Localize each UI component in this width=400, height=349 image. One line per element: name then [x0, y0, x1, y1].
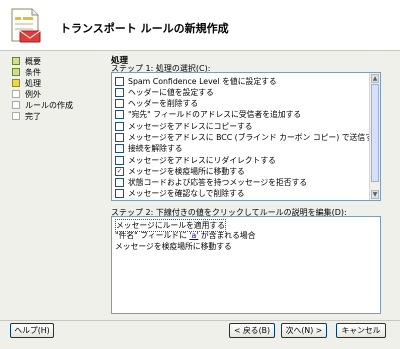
step-create-rule: ルールの作成: [12, 100, 73, 110]
action-item[interactable]: "宛先" フィールドのアドレスに受信者を追加する: [115, 110, 367, 120]
scroll-up-icon[interactable]: ▲: [371, 74, 379, 83]
action-item[interactable]: Spam Confidence Level を値に設定する: [115, 76, 367, 86]
checkbox[interactable]: [115, 121, 124, 131]
vertical-scrollbar[interactable]: ▲ ▼: [369, 73, 380, 200]
checkbox[interactable]: [115, 87, 124, 97]
step-conditions: 条件: [12, 67, 73, 77]
header-divider: [0, 50, 400, 51]
step-pending-icon: [12, 101, 20, 109]
back-button[interactable]: < 戻る(B): [229, 323, 275, 338]
description-text: "件名" フィールドに: [115, 231, 190, 240]
step-exceptions: 例外: [12, 89, 73, 99]
action-item[interactable]: ✓ メッセージを検疫場所に移動する: [115, 166, 367, 176]
action-label: ヘッダーに値を設定する: [128, 87, 214, 97]
action-item[interactable]: 接続を解除する: [115, 144, 367, 154]
step-pending-icon: [12, 90, 20, 98]
action-label: Spam Confidence Level を値に設定する: [128, 76, 277, 86]
scroll-thumb[interactable]: [371, 84, 379, 182]
action-label: メッセージを確認なしで削除する: [128, 189, 245, 199]
checkbox[interactable]: [115, 144, 124, 154]
description-line: "件名" フィールドに 'a' が含まれる場合: [115, 230, 256, 241]
step-label: ルールの作成: [25, 100, 73, 110]
step-label: 例外: [25, 89, 41, 99]
help-button[interactable]: ヘルプ(H): [10, 323, 54, 338]
action-item[interactable]: メッセージをアドレスにコピーする: [115, 121, 367, 131]
step-label: 処理: [25, 78, 41, 88]
action-label: ヘッダーを削除する: [128, 99, 199, 109]
checkbox[interactable]: [115, 132, 124, 142]
action-item[interactable]: メッセージをアドレスに BCC (ブラインド カーボン コピー) で送信する: [115, 132, 380, 142]
next-button[interactable]: 次へ(N) >: [281, 323, 327, 338]
checkbox[interactable]: [115, 110, 124, 120]
action-label: メッセージをアドレスにリダイレクトする: [128, 155, 276, 165]
action-item[interactable]: ヘッダーを削除する: [115, 99, 367, 109]
checkbox[interactable]: [115, 178, 124, 188]
footer-divider: [0, 320, 400, 321]
page-title: トランスポート ルールの新規作成: [60, 22, 229, 35]
checkbox[interactable]: [115, 76, 124, 86]
action-item[interactable]: 状態コードおよび応答を持つメッセージを拒否する: [115, 178, 367, 188]
scroll-down-icon[interactable]: ▼: [371, 190, 379, 199]
action-label: メッセージを検疫場所に移動する: [128, 166, 245, 176]
action-label: メッセージをアドレスにコピーする: [128, 121, 253, 131]
checkbox[interactable]: [115, 189, 124, 199]
description-line: メッセージを検疫場所に移動する: [115, 242, 232, 251]
actions-listbox[interactable]: Spam Confidence Level を値に設定する ヘッダーに値を設定す…: [111, 72, 381, 201]
step-pending-icon: [12, 112, 20, 120]
checkbox-checked[interactable]: ✓: [115, 166, 124, 176]
checkbox[interactable]: [115, 99, 124, 109]
action-label: メッセージをアドレスに BCC (ブラインド カーボン コピー) で送信する: [128, 132, 381, 142]
step-current-icon: [12, 79, 20, 87]
action-label: 接続を解除する: [128, 144, 183, 154]
cancel-button[interactable]: キャンセル: [336, 323, 386, 338]
description-text: が含まれる場合: [198, 231, 256, 240]
wizard-header: トランスポート ルールの新規作成: [0, 0, 400, 50]
rule-description-box[interactable]: メッセージにルールを適用する "件名" フィールドに 'a' が含まれる場合 メ…: [111, 216, 381, 314]
wizard-steps: 概要 条件 処理 例外 ルールの作成 完了: [12, 56, 73, 122]
checkbox[interactable]: [115, 155, 124, 165]
step-completion: 完了: [12, 111, 73, 121]
step-introduction: 概要: [12, 56, 73, 66]
action-item[interactable]: メッセージを確認なしで削除する: [115, 189, 367, 199]
step-label: 概要: [25, 56, 41, 66]
action-item[interactable]: メッセージをアドレスにリダイレクトする: [115, 155, 367, 165]
step-actions: 処理: [12, 78, 73, 88]
action-label: "宛先" フィールドのアドレスに受信者を追加する: [128, 110, 302, 120]
action-label: 状態コードおよび応答を持つメッセージを拒否する: [128, 178, 308, 188]
action-item[interactable]: ヘッダーに値を設定する: [115, 87, 367, 97]
transport-rule-icon: [11, 8, 41, 43]
step-done-icon: [12, 57, 20, 65]
step-done-icon: [12, 68, 20, 76]
step-label: 完了: [25, 111, 41, 121]
step-label: 条件: [25, 67, 41, 77]
